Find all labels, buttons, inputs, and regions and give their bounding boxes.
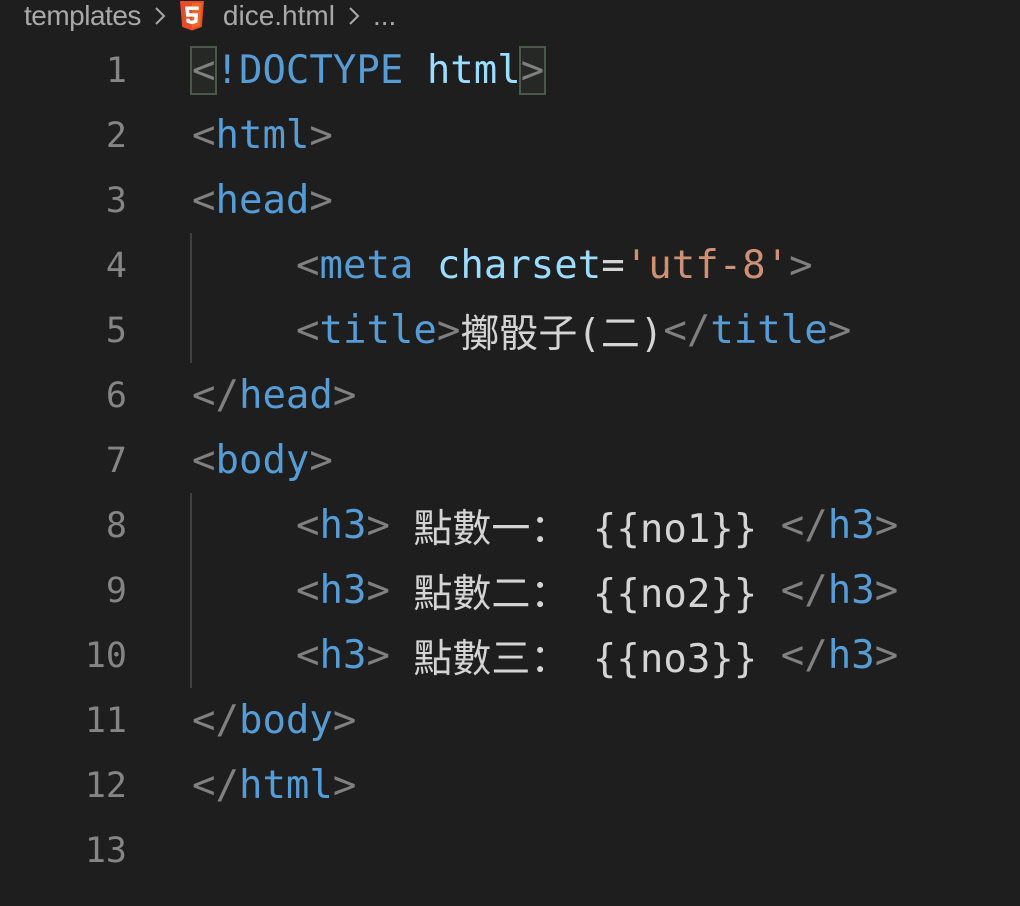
code-line[interactable]: 12 </html > (0, 753, 1020, 818)
tag-name: body (215, 438, 310, 483)
line-number: 6 (105, 375, 127, 416)
code-line[interactable]: 4 < meta charset ='utf-8' > (0, 233, 1020, 298)
tag-open-bracket: < (296, 503, 320, 548)
tag-name: body (238, 698, 333, 743)
tag-close-bracket: > (309, 438, 333, 483)
code-line[interactable]: 5 < title > 擲骰子(二) </title > (0, 298, 1020, 363)
tag-name: h3 (319, 633, 367, 678)
end-tag-open-bracket: </ (663, 308, 711, 353)
line-number: 12 (84, 765, 127, 806)
end-tag-name: title (710, 308, 828, 353)
code-line[interactable]: 3 < head > (0, 168, 1020, 233)
tag-close-bracket: > (332, 763, 357, 808)
doctype-name: html (426, 48, 521, 93)
end-tag-close-bracket: > (874, 503, 899, 548)
tag-name: h3 (319, 503, 367, 548)
matched-bracket: < (189, 46, 218, 95)
tag-open-bracket: < (192, 113, 216, 158)
tag-close-bracket: > (366, 503, 390, 548)
tag-open-bracket: < (296, 568, 320, 613)
end-tag-name: h3 (827, 503, 875, 548)
code-line[interactable]: 13 (0, 818, 1020, 883)
line-number: 5 (105, 310, 127, 351)
line-number: 10 (84, 635, 127, 676)
chevron-right-icon (347, 5, 361, 27)
code-line[interactable]: 2 < html > (0, 103, 1020, 168)
code-line[interactable]: 11 </body > (0, 688, 1020, 753)
tag-close-bracket: > (436, 308, 461, 353)
tag-open-bracket: < (296, 308, 320, 353)
breadcrumb-file[interactable]: dice.html (179, 0, 335, 32)
line-number: 8 (105, 505, 127, 546)
tag-name: h3 (319, 568, 367, 613)
html5-icon (179, 1, 205, 31)
code-line[interactable]: 7 < body > (0, 428, 1020, 493)
code-line[interactable]: 1 < !DOCTYPE html > (0, 38, 1020, 103)
attribute-value: 'utf-8' (624, 243, 790, 288)
tag-close-bracket: > (366, 633, 390, 678)
tag-name: html (215, 113, 310, 158)
tag-close-bracket: > (366, 568, 390, 613)
tag-close-bracket: > (309, 178, 333, 223)
tag-name: title (319, 308, 437, 353)
heading-text: 點數二： {{no2}} (389, 571, 781, 617)
tag-name: head (215, 178, 310, 223)
end-tag-close-bracket: > (874, 568, 899, 613)
code-line[interactable]: 10 < h3 > 點數三： {{no3}} </h3 > (0, 623, 1020, 688)
tag-close-bracket: > (309, 113, 333, 158)
tag-open-bracket: </ (192, 698, 239, 743)
end-tag-name: h3 (827, 568, 875, 613)
attribute-name: charset (436, 243, 602, 288)
line-number: 7 (105, 440, 127, 481)
breadcrumb-more[interactable]: ... (373, 0, 396, 32)
tag-close-bracket: > (332, 698, 357, 743)
tag-name: head (238, 373, 333, 418)
breadcrumb: templates dice.html ... (0, 0, 1020, 32)
tag-open-bracket: < (192, 178, 216, 223)
line-number: 4 (105, 245, 127, 286)
attribute-equals: = (601, 243, 625, 288)
breadcrumb-folder[interactable]: templates (0, 0, 141, 32)
code-editor[interactable]: 1 < !DOCTYPE html > 2 < html > 3 < head > 4 < m… (0, 38, 1020, 883)
tag-open-bracket: < (296, 633, 320, 678)
tag-open-bracket: </ (192, 373, 239, 418)
heading-text: 點數三： {{no3}} (389, 636, 781, 682)
breadcrumb-file-label: dice.html (222, 0, 335, 31)
matched-bracket: > (518, 46, 547, 95)
end-tag-open-bracket: </ (780, 503, 828, 548)
tag-name: meta (319, 243, 414, 288)
end-tag-open-bracket: </ (780, 568, 828, 613)
end-tag-close-bracket: > (827, 308, 852, 353)
title-text: 擲骰子(二) (460, 311, 664, 357)
heading-text: 點數一： {{no1}} (389, 506, 781, 552)
end-tag-name: h3 (827, 633, 875, 678)
code-line[interactable]: 8 < h3 > 點數一： {{no1}} </h3 > (0, 493, 1020, 558)
code-line[interactable]: 9 < h3 > 點數二： {{no2}} </h3 > (0, 558, 1020, 623)
line-number: 3 (105, 180, 127, 221)
tag-close-bracket: > (789, 243, 813, 288)
end-tag-close-bracket: > (874, 633, 899, 678)
doctype-keyword: !DOCTYPE (215, 48, 404, 93)
tag-open-bracket: < (192, 438, 216, 483)
code-line[interactable]: 6 </head > (0, 363, 1020, 428)
line-number: 2 (105, 115, 127, 156)
line-number: 1 (105, 50, 127, 91)
tag-close-bracket: > (332, 373, 357, 418)
chevron-right-icon (153, 5, 167, 27)
tag-open-bracket: < (296, 243, 320, 288)
line-number: 9 (105, 570, 127, 611)
tag-open-bracket: </ (192, 763, 239, 808)
end-tag-open-bracket: </ (780, 633, 828, 678)
tag-name: html (238, 763, 333, 808)
line-number: 13 (84, 830, 127, 871)
line-number: 11 (84, 700, 127, 741)
